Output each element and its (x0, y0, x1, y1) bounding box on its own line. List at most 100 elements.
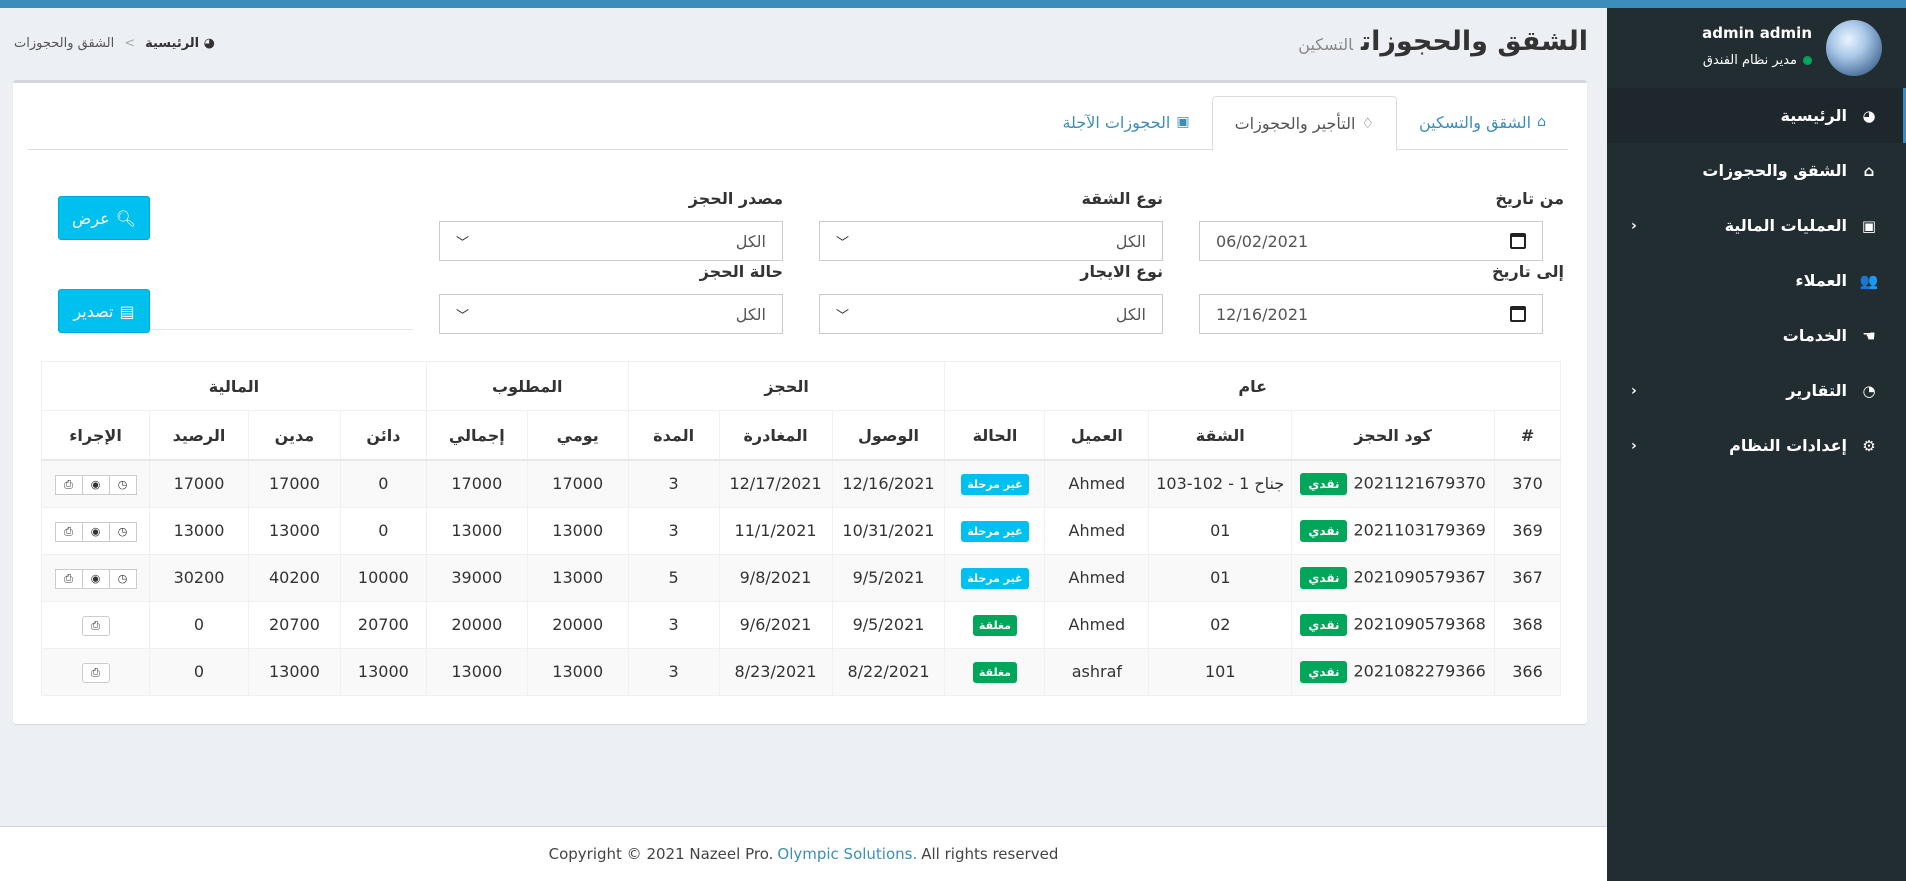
tab-deferred-bookings[interactable]: ▣ الحجوزات الآجلة (1040, 96, 1211, 148)
col-code[interactable]: كود الحجز (1291, 410, 1496, 461)
print-icon[interactable]: ⎙ (81, 662, 110, 683)
cell-credit: 20700 (339, 600, 427, 649)
cell-arrival: 12/16/2021 (831, 459, 946, 508)
from-date-value: 06/02/2021 (1216, 231, 1309, 251)
col-total[interactable]: إجمالي (425, 410, 528, 461)
booking-source-value: الكل (735, 231, 766, 251)
cell-arrival: 9/5/2021 (831, 553, 946, 602)
booking-code[interactable]: 2021103179369 (1353, 520, 1485, 539)
print-icon[interactable]: ⎙ (54, 521, 83, 542)
print-icon[interactable]: ⎙ (54, 568, 83, 589)
cell-total: 17000 (425, 459, 528, 508)
booking-status-label: حالة الحجز (699, 262, 783, 281)
col-apartment[interactable]: الشقة (1148, 410, 1293, 461)
col-status[interactable]: الحالة (944, 410, 1046, 461)
booking-code[interactable]: 2021121679370 (1353, 473, 1485, 492)
rent-type-select[interactable]: ﹀ الكل (819, 294, 1163, 334)
booking-source-select[interactable]: ﹀ الكل (439, 221, 783, 261)
cell-apartment: 02 (1148, 600, 1293, 649)
cell-status: غير مرحلة (944, 506, 1046, 555)
export-button-label: تصدير (73, 301, 114, 321)
table-row[interactable]: 367 2021090579367 نقدي 01 Ahmed غير مرحلة 9/5/… (40, 553, 1561, 602)
row-actions: ⎙ ◉ ◷ (54, 474, 137, 495)
cell-duration: 3 (627, 600, 720, 649)
col-client[interactable]: العميل (1044, 410, 1150, 461)
table-group-header: عام الحجز المطلوب المالية (41, 361, 1561, 411)
status-badge: مغلقة (972, 661, 1017, 683)
cell-client: Ahmed (1044, 459, 1150, 508)
page-subtitle: التسكين (1298, 35, 1353, 54)
cell-daily: 13000 (526, 506, 629, 555)
chevron-left-icon: ‹ (1631, 382, 1637, 399)
page-title: الشقق والحجوزات التسكين (1298, 26, 1588, 57)
view-icon[interactable]: ◉ (82, 521, 110, 542)
apartment-type-label: نوع الشقة (1081, 189, 1163, 208)
from-date-input[interactable]: 06/02/2021 (1199, 221, 1543, 261)
sidebar-item-apartments[interactable]: ⌂ الشقق والحجوزات (1607, 143, 1906, 198)
booking-code[interactable]: 2021082279366 (1353, 661, 1485, 680)
col-credit[interactable]: دائن (339, 410, 427, 461)
cell-num: 368 (1494, 600, 1561, 649)
cell-num: 366 (1494, 647, 1561, 696)
sidebar-item-finance[interactable]: ▣ العمليات المالية ‹ (1607, 198, 1906, 253)
col-balance[interactable]: الرصيد (149, 410, 249, 461)
group-required: المطلوب (425, 361, 629, 411)
booking-code[interactable]: 2021090579367 (1353, 567, 1485, 586)
col-duration[interactable]: المدة (627, 410, 720, 461)
to-date-input[interactable]: 12/16/2021 (1199, 294, 1543, 334)
table-row[interactable]: 366 2021082279366 نقدي 101 ashraf مغلقة 8/22/2… (40, 647, 1561, 696)
booking-source-label: مصدر الحجز (688, 189, 783, 208)
cell-total: 20000 (425, 600, 528, 649)
booking-code[interactable]: 2021090579368 (1353, 614, 1485, 633)
view-icon[interactable]: ◉ (82, 568, 110, 589)
export-button[interactable]: ▤ تصدير (58, 289, 150, 333)
sidebar-item-label: العمليات المالية (1724, 216, 1847, 235)
clock-icon[interactable]: ◷ (109, 568, 137, 589)
table-row[interactable]: 370 2021121679370 نقدي جناح 1 - 102-103 Ahme… (40, 459, 1561, 508)
table-header: # كود الحجز الشقة العميل الحالة الوصول ا… (40, 410, 1561, 461)
cell-duration: 3 (627, 459, 720, 508)
calendar-icon[interactable] (1510, 306, 1526, 322)
clock-icon[interactable]: ◷ (109, 521, 137, 542)
avatar[interactable] (1826, 20, 1882, 76)
col-daily[interactable]: يومي (526, 410, 629, 461)
breadcrumb-home[interactable]: ◕ الرئيسية (145, 36, 215, 51)
clock-icon[interactable]: ◷ (109, 474, 137, 495)
cell-debit: 17000 (247, 459, 341, 508)
sidebar-item-clients[interactable]: 👥 العملاء (1607, 253, 1906, 308)
footer-link[interactable]: Olympic Solutions. (777, 845, 917, 863)
tab-label: الشقق والتسكين (1419, 112, 1532, 132)
calendar-icon[interactable] (1510, 233, 1526, 249)
sidebar-item-reports[interactable]: ◔ التقارير ‹ (1607, 363, 1906, 418)
view-button[interactable]: 🔍︎ عرض (58, 196, 150, 240)
cell-code: 2021090579367 نقدي (1291, 553, 1496, 602)
cell-client: Ahmed (1044, 553, 1150, 602)
sidebar-item-services[interactable]: ☚ الخدمات (1607, 308, 1906, 363)
sidebar-item-settings[interactable]: ⚙ إعدادات النظام ‹ (1607, 418, 1906, 473)
cell-balance: 17000 (149, 459, 249, 508)
cell-debit: 20700 (247, 600, 341, 649)
col-debit[interactable]: مدين (247, 410, 341, 461)
sidebar-item-home[interactable]: ◕ الرئيسية (1607, 88, 1906, 143)
print-icon[interactable]: ⎙ (54, 474, 83, 495)
user-role-label: مدير نظام الفندق (1702, 53, 1797, 68)
cell-num: 370 (1494, 459, 1561, 508)
cell-daily: 13000 (526, 553, 629, 602)
col-departure[interactable]: المغادرة (718, 410, 833, 461)
apartment-type-select[interactable]: ﹀ الكل (819, 221, 1163, 261)
booking-status-select[interactable]: ﹀ الكل (439, 294, 783, 334)
main-content: الشقق والحجوزات التسكين ◕ الرئيسية > الشق… (0, 8, 1607, 881)
status-badge: غير مرحلة (961, 567, 1029, 589)
cell-actions: ⎙ ◉ ◷ (40, 459, 151, 508)
col-arrival[interactable]: الوصول (831, 410, 946, 461)
tab-apartments[interactable]: ⌂ الشقق والتسكين (1397, 96, 1568, 148)
print-icon[interactable]: ⎙ (81, 615, 110, 636)
cell-total: 13000 (425, 506, 528, 555)
tab-bookings[interactable]: ♢ التأجير والحجوزات (1211, 96, 1397, 151)
sidebar-item-label: الشقق والحجوزات (1702, 161, 1847, 180)
status-badge: مغلقة (972, 614, 1017, 636)
col-num[interactable]: # (1494, 410, 1561, 461)
table-row[interactable]: 369 2021103179369 نقدي 01 Ahmed غير مرحلة 10/3… (40, 506, 1561, 555)
table-row[interactable]: 368 2021090579368 نقدي 02 Ahmed مغلقة 9/5/2021… (40, 600, 1561, 649)
view-icon[interactable]: ◉ (82, 474, 110, 495)
